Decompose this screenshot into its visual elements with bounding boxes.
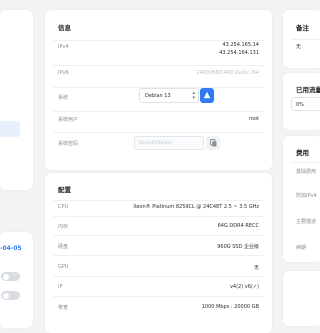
- divider: [53, 276, 264, 277]
- config-card: 配置 CPU Xeon® Platinum 8259CL @ 24C48T 2.…: [45, 173, 272, 333]
- cpu-label: CPU: [58, 204, 69, 210]
- divider: [53, 111, 264, 112]
- gpu-label: GPU: [58, 264, 69, 270]
- divider: [53, 132, 264, 133]
- disk-value: 960G SSD 企业级: [217, 244, 259, 250]
- divider: [53, 200, 264, 201]
- divider: [53, 216, 264, 217]
- memory-label: 内存: [58, 224, 69, 230]
- divider: [53, 40, 264, 41]
- notes-value: 无: [296, 44, 302, 50]
- ipv4-value-1: 43.254.165.14: [222, 42, 259, 48]
- date-text: -04-05: [0, 245, 22, 252]
- extra-card: [283, 271, 320, 326]
- copy-password-button[interactable]: [206, 136, 220, 150]
- config-title: 配置: [58, 186, 71, 194]
- left-selected-item[interactable]: [0, 121, 20, 137]
- system-user-label: 系统用户: [58, 117, 79, 123]
- system-password-label: 系统密码: [58, 141, 79, 147]
- bandwidth-value: 1000 Mbps : 20000 GB: [201, 304, 259, 310]
- ipv4-label: IPv4: [58, 44, 69, 50]
- divider: [53, 235, 264, 236]
- memory-value: 64G DDR4 RECC: [217, 223, 259, 229]
- install-icon: [203, 91, 211, 99]
- disk-label: 硬盘: [58, 244, 69, 250]
- traffic-used-field[interactable]: 0%: [291, 97, 320, 111]
- ip-label: IP: [58, 284, 63, 290]
- ipv6-value: 2400:f660:440:2e2e::/64: [196, 70, 259, 76]
- info-title: 信息: [58, 24, 71, 32]
- ipv4-value-2: 43.254.164.131: [219, 50, 259, 56]
- divider: [53, 296, 264, 297]
- divider: [53, 255, 264, 256]
- fee-extra-ipv4-label: 附加IPv4: [296, 193, 317, 199]
- password-field[interactable]: 8bd3d5f8d3ed: [134, 136, 204, 150]
- password-value: 8bd3d5f8d3ed: [139, 140, 172, 146]
- fees-card: 费用 基础费用 附加IPv4 主要描述 续期: [283, 136, 320, 262]
- cpu-value: Xeon® Platinum 8259CL @ 24C48T 2.5 ~ 3.5…: [133, 204, 259, 210]
- ipv6-label: IPv6: [58, 70, 69, 76]
- copy-icon: [209, 139, 216, 147]
- notes-title: 备注: [296, 24, 309, 32]
- os-label: 系统: [58, 95, 69, 101]
- toggle-switch-1[interactable]: [1, 272, 20, 281]
- divider: [291, 162, 320, 163]
- traffic-title: 已用流量: [296, 86, 320, 94]
- system-user-value: root: [248, 116, 259, 122]
- divider: [291, 39, 320, 40]
- left-panel-card: [0, 10, 33, 190]
- gpu-value: 无: [253, 265, 259, 271]
- fee-renewal-label: 续期: [296, 245, 307, 251]
- os-select-value: Debian 13: [145, 93, 171, 99]
- info-card: 信息 IPv4 43.254.165.14 43.254.164.131 IPv…: [45, 10, 272, 170]
- os-apply-button[interactable]: [200, 88, 214, 103]
- fees-title: 费用: [296, 149, 309, 157]
- select-caret-icon: ▴ ▾: [192, 90, 195, 101]
- traffic-card: 已用流量 0%: [283, 73, 320, 130]
- os-select[interactable]: Debian 13 ▴ ▾: [139, 88, 199, 103]
- toggle-switch-2[interactable]: [1, 291, 20, 300]
- traffic-used-value: 0%: [296, 101, 304, 108]
- ip-value: v4(2) v6(✓): [229, 284, 259, 290]
- bandwidth-label: 带宽: [58, 305, 69, 311]
- fee-base-label: 基础费用: [296, 169, 317, 175]
- divider: [53, 65, 264, 66]
- fee-description-label: 主要描述: [296, 219, 317, 225]
- notes-card: 备注 无: [283, 10, 320, 68]
